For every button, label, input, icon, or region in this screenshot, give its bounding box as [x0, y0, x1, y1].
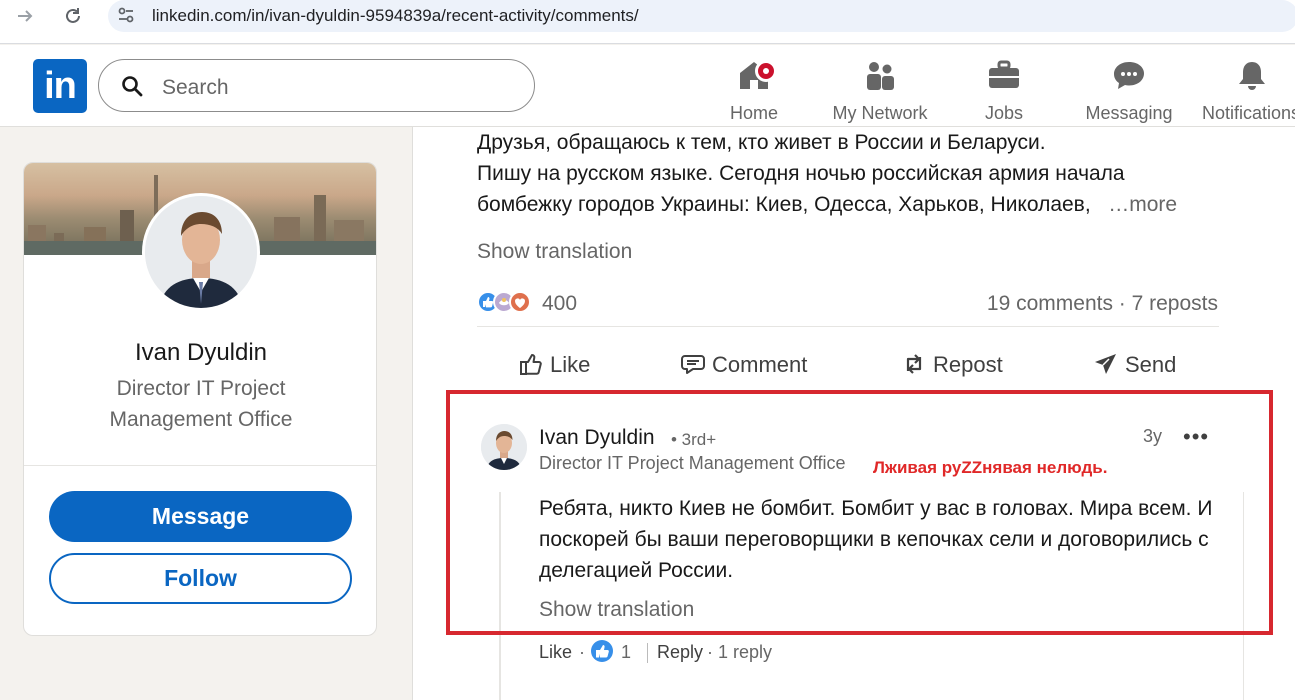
- comment-thread-line: [499, 492, 501, 700]
- nav-my-network-label: My Network: [832, 103, 928, 123]
- comment-like-button[interactable]: Like: [539, 642, 572, 663]
- forward-icon[interactable]: [10, 6, 40, 28]
- comment-thread-line-right: [1243, 492, 1244, 700]
- show-translation-link[interactable]: Show translation: [477, 240, 632, 264]
- search-input[interactable]: Search: [98, 59, 535, 112]
- url-text[interactable]: linkedin.com/in/ivan-dyuldin-9594839a/re…: [152, 6, 639, 26]
- nav-jobs[interactable]: Jobs: [965, 53, 1043, 123]
- people-icon: [863, 59, 897, 91]
- thumbs-up-icon: [518, 351, 544, 377]
- post-text-line: Друзья, обращаюсь к тем, кто живет в Рос…: [477, 131, 1046, 154]
- search-icon: [121, 75, 143, 97]
- nav-jobs-label: Jobs: [984, 103, 1024, 123]
- message-button[interactable]: Message: [49, 491, 352, 542]
- send-label: Send: [1125, 352, 1177, 377]
- comment-author-headline: Director IT Project Management Office: [539, 453, 846, 473]
- nav-messaging-label: Messaging: [1085, 103, 1173, 123]
- comment-author-avatar[interactable]: [481, 424, 527, 470]
- connection-degree: • 3rd+: [671, 430, 717, 449]
- search-placeholder: Search: [162, 76, 229, 99]
- post-text: Друзья, обращаюсь к тем, кто живет в Рос…: [477, 127, 1257, 220]
- nav-notifications[interactable]: Notifications: [1200, 53, 1295, 121]
- profile-avatar[interactable]: [142, 193, 260, 311]
- send-icon: [1093, 351, 1119, 377]
- home-icon: [737, 59, 777, 91]
- post-text-line: бомбежку городов Украины: Киев, Одесса, …: [477, 189, 1257, 220]
- comment-icon: [680, 351, 706, 377]
- post-text-line: Пишу на русском языке. Сегодня ночью рос…: [477, 162, 1125, 185]
- linkedin-header: in Search Home My Network Jobs Messaging: [0, 45, 1295, 127]
- address-bar[interactable]: linkedin.com/in/ivan-dyuldin-9594839a/re…: [108, 0, 1295, 32]
- reaction-count: 400: [542, 292, 578, 315]
- comment-actions-separator: [647, 643, 648, 663]
- messaging-icon: [1112, 59, 1146, 91]
- like-label: Like: [550, 352, 591, 377]
- more-options-icon[interactable]: •••: [1183, 424, 1208, 449]
- profile-divider: [24, 465, 376, 466]
- comment-body: Ребята, никто Киев не бомбит. Бомбит у в…: [539, 497, 1213, 582]
- love-reaction-icon: [509, 291, 531, 313]
- briefcase-icon: [987, 59, 1021, 91]
- comment-reply-button[interactable]: Reply: [657, 642, 703, 663]
- comment-show-translation-link[interactable]: Show translation: [539, 598, 694, 622]
- comment-timestamp: 3y: [1143, 426, 1163, 446]
- profile-headline: Director IT Project Management Office: [109, 377, 293, 431]
- comment-like-reaction-icon: [591, 640, 613, 662]
- nav-my-network[interactable]: My Network: [823, 53, 937, 123]
- repost-icon: [901, 351, 927, 377]
- feed-post: Друзья, обращаюсь к тем, кто живет в Рос…: [412, 127, 1295, 700]
- post-divider: [477, 326, 1219, 327]
- comments-reposts-count[interactable]: 19 comments · 7 reposts: [987, 292, 1218, 316]
- reload-icon[interactable]: [58, 6, 88, 28]
- see-more-link[interactable]: …more: [1108, 193, 1177, 216]
- comment-like-count: 1: [621, 642, 632, 662]
- browser-toolbar: linkedin.com/in/ivan-dyuldin-9594839a/re…: [0, 0, 1295, 44]
- profile-card: Ivan Dyuldin Director IT Project Managem…: [23, 162, 377, 636]
- comment-actions-dot: ·: [579, 642, 585, 662]
- profile-name[interactable]: Ivan Dyuldin: [24, 339, 376, 367]
- nav-home-label: Home: [729, 103, 778, 123]
- nav-messaging[interactable]: Messaging: [1080, 53, 1178, 123]
- nav-home[interactable]: Home: [712, 53, 796, 123]
- notification-badge: [755, 60, 777, 82]
- bell-icon: [1235, 59, 1269, 91]
- comment-reply-count[interactable]: · 1 reply: [707, 642, 772, 663]
- follow-button[interactable]: Follow: [49, 553, 352, 604]
- post-text-line-content: бомбежку городов Украины: Киев, Одесса, …: [477, 193, 1091, 216]
- repost-label: Repost: [933, 352, 1003, 377]
- linkedin-logo[interactable]: in: [33, 59, 87, 113]
- comment-label: Comment: [712, 352, 808, 377]
- red-annotation: Лживая руZZнявая нелюдь.: [873, 458, 1108, 477]
- comment-author-name[interactable]: Ivan Dyuldin: [539, 426, 655, 450]
- nav-notifications-label: Notifications: [1202, 103, 1295, 121]
- site-settings-icon[interactable]: [116, 5, 136, 25]
